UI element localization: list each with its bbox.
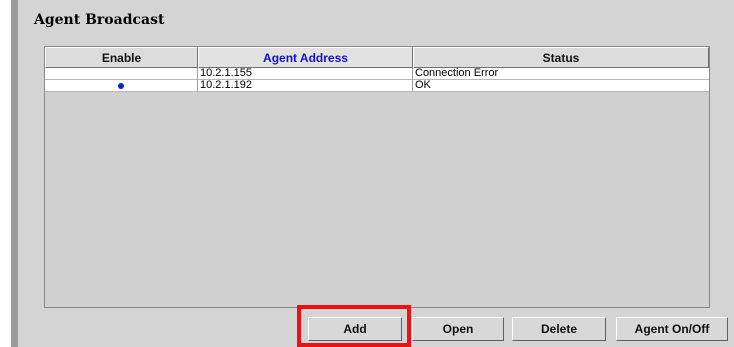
open-button[interactable]: Open	[412, 317, 504, 341]
panel-title: Agent Broadcast	[34, 12, 165, 28]
add-button[interactable]: Add	[308, 317, 402, 341]
table-row[interactable]: 10.2.1.155 Connection Error	[45, 68, 709, 80]
left-edge-bar	[0, 0, 18, 347]
table-row[interactable]: 10.2.1.192 OK	[45, 80, 709, 92]
table-header: Enable Agent Address Status	[45, 47, 709, 68]
agent-on-off-button[interactable]: Agent On/Off	[616, 317, 728, 341]
cell-agent-address: 10.2.1.192	[198, 80, 413, 92]
cell-status: OK	[415, 79, 431, 91]
column-header-enable[interactable]: Enable	[45, 47, 198, 68]
cell-status: Connection Error	[415, 67, 499, 79]
agent-table: Enable Agent Address Status 10.2.1.155 C…	[44, 46, 710, 308]
left-edge-stripe	[11, 0, 18, 347]
cell-enable[interactable]	[45, 80, 198, 92]
column-header-agent-address[interactable]: Agent Address	[198, 47, 413, 68]
cell-enable[interactable]	[45, 68, 198, 80]
column-header-status[interactable]: Status	[413, 47, 709, 68]
enabled-dot-icon	[118, 83, 124, 89]
delete-button[interactable]: Delete	[512, 317, 606, 341]
